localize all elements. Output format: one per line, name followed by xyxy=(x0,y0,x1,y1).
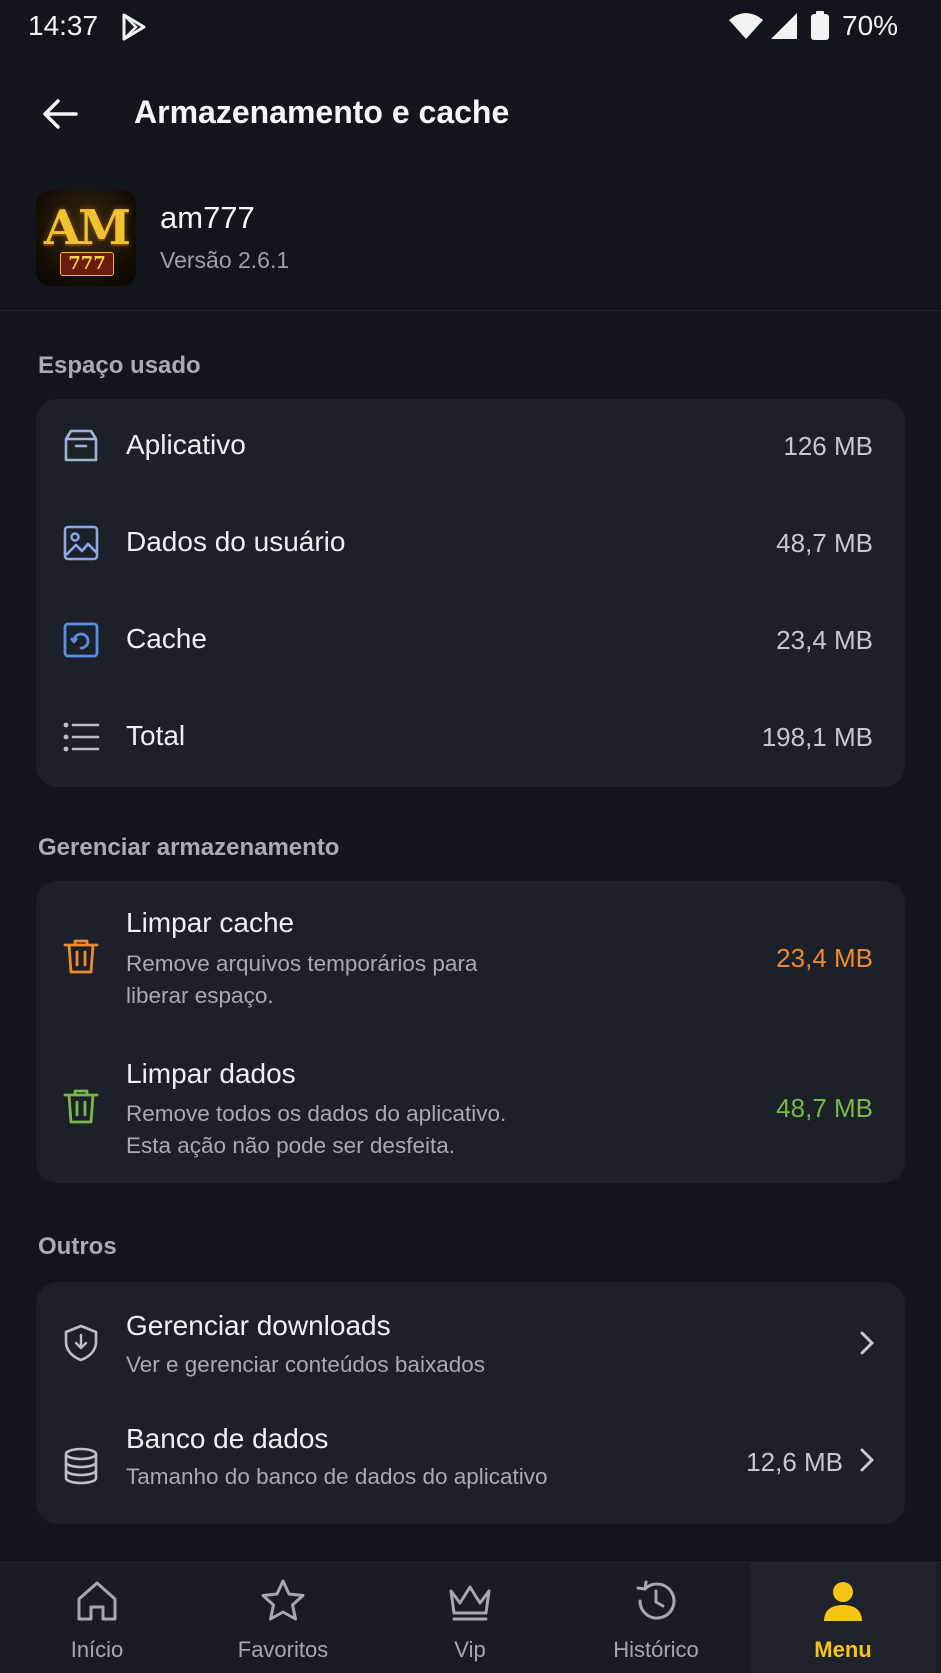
clear-data-button[interactable]: Limpar dados Remove todos os dados do ap… xyxy=(36,1032,905,1183)
list-icon xyxy=(63,722,100,752)
status-time: 14:37 xyxy=(28,10,99,41)
clear-cache-desc-2: liberar espaço. xyxy=(126,983,274,1008)
section-title-others: Outros xyxy=(38,1233,117,1260)
logo-subtext: 777 xyxy=(60,252,114,276)
nav-item-favorites[interactable]: Favoritos xyxy=(190,1563,376,1673)
row-value: 198,1 MB xyxy=(761,722,873,752)
nav-item-history[interactable]: Histórico xyxy=(563,1563,749,1673)
nav-label: Favoritos xyxy=(237,1637,329,1662)
usage-row-cache: Cache 23,4 MB xyxy=(36,593,905,690)
clear-data-size: 48,7 MB xyxy=(776,1093,873,1123)
clear-data-desc-2: Esta ação não pode ser desfeita. xyxy=(126,1133,455,1158)
database-desc: Tamanho do banco de dados do aplicativo xyxy=(126,1464,548,1489)
home-icon xyxy=(77,1581,117,1621)
manage-downloads-desc: Ver e gerenciar conteúdos baixados xyxy=(126,1352,485,1377)
database-icon xyxy=(64,1447,98,1485)
nav-label: Menu xyxy=(814,1637,872,1662)
app-header: AM 777 am777 Versão 2.6.1 xyxy=(0,180,941,311)
trash-icon xyxy=(63,939,99,974)
others-card: Gerenciar downloads Ver e gerenciar cont… xyxy=(36,1282,905,1524)
row-value: 23,4 MB xyxy=(776,625,873,655)
app-name: am777 xyxy=(160,200,255,235)
logo-text: AM xyxy=(43,200,131,256)
manage-downloads-item[interactable]: Gerenciar downloads Ver e gerenciar cont… xyxy=(36,1282,905,1403)
history-icon xyxy=(636,1580,676,1620)
manage-downloads-label: Gerenciar downloads xyxy=(126,1310,391,1341)
app-version: Versão 2.6.1 xyxy=(160,247,290,273)
database-size: 12,6 MB xyxy=(746,1447,843,1477)
star-icon xyxy=(261,1579,305,1621)
play-store-icon xyxy=(122,13,146,41)
clear-data-label: Limpar dados xyxy=(126,1058,296,1089)
nav-item-menu[interactable]: Menu xyxy=(750,1563,936,1673)
chevron-right-icon xyxy=(860,1331,874,1355)
clear-cache-label: Limpar cache xyxy=(126,907,295,938)
row-value: 126 MB xyxy=(783,431,873,461)
image-icon xyxy=(63,525,99,561)
clear-cache-button[interactable]: Limpar cache Remove arquivos temporários… xyxy=(36,881,905,1032)
back-arrow-icon[interactable] xyxy=(38,92,82,136)
row-label: Aplicativo xyxy=(126,429,246,460)
package-icon xyxy=(64,429,98,462)
clear-data-desc-1: Remove todos os dados do aplicativo. xyxy=(126,1101,507,1126)
nav-label: Vip xyxy=(454,1637,486,1662)
row-value: 48,7 MB xyxy=(776,528,873,558)
status-bar: 14:37 70% xyxy=(0,0,941,56)
nav-item-vip[interactable]: Vip xyxy=(377,1563,563,1673)
shield-download-icon xyxy=(64,1324,98,1362)
app-bar: Armazenamento e cache xyxy=(0,70,941,156)
page-title: Armazenamento e cache xyxy=(134,94,510,130)
row-label: Cache xyxy=(126,623,207,654)
clear-cache-size: 23,4 MB xyxy=(776,943,873,973)
section-title-manage: Gerenciar armazenamento xyxy=(38,834,340,861)
clear-cache-desc-1: Remove arquivos temporários para xyxy=(126,951,478,976)
usage-card: Aplicativo 126 MB Dados do usuário 48,7 … xyxy=(36,399,905,787)
row-label: Total xyxy=(126,720,186,751)
signal-icon xyxy=(771,13,797,39)
usage-row-app: Aplicativo 126 MB xyxy=(36,399,905,496)
row-label: Dados do usuário xyxy=(126,526,346,557)
bottom-nav: Início Favoritos Vip Histórico Menu xyxy=(0,1562,941,1673)
nav-label: Início xyxy=(70,1637,124,1662)
user-icon xyxy=(824,1582,862,1621)
database-label: Banco de dados xyxy=(126,1423,329,1454)
section-title-usage: Espaço usado xyxy=(38,352,201,379)
database-item[interactable]: Banco de dados Tamanho do banco de dados… xyxy=(36,1403,905,1524)
app-logo: AM 777 xyxy=(36,190,136,286)
nav-item-home[interactable]: Início xyxy=(4,1563,190,1673)
wifi-icon xyxy=(729,13,763,39)
nav-label: Histórico xyxy=(613,1637,699,1662)
chevron-right-icon xyxy=(860,1448,874,1472)
usage-row-total: Total 198,1 MB xyxy=(36,690,905,787)
battery-percent: 70% xyxy=(842,10,899,41)
cache-icon xyxy=(63,622,99,658)
trash-icon xyxy=(63,1089,99,1124)
crown-icon xyxy=(449,1585,491,1621)
manage-card: Limpar cache Remove arquivos temporários… xyxy=(36,881,905,1183)
usage-row-user-data: Dados do usuário 48,7 MB xyxy=(36,496,905,593)
battery-icon xyxy=(811,11,829,40)
